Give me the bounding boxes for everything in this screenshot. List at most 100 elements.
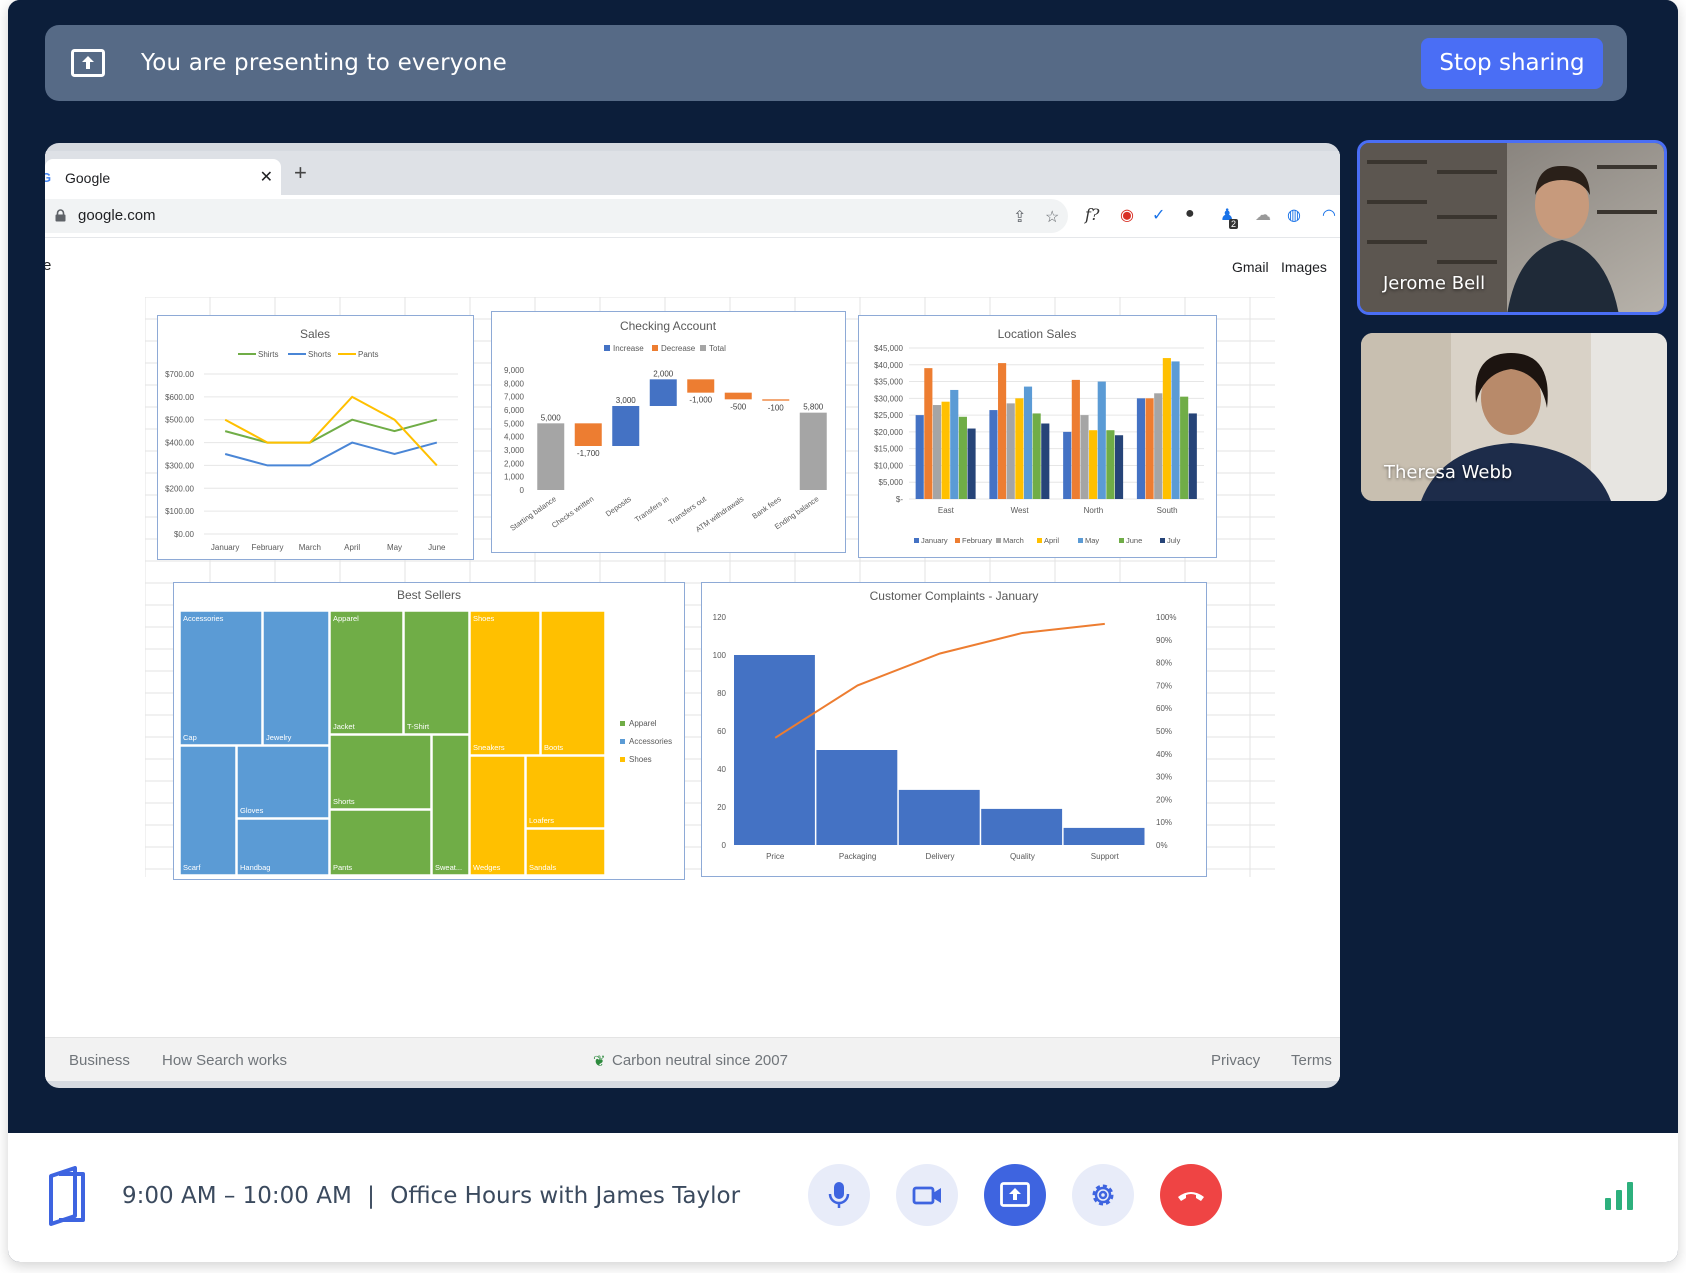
data-label: -500 [730,402,747,411]
y-tick-label: $40,000 [874,361,903,370]
gear-icon [1092,1184,1114,1206]
x-tick-label: Packaging [839,852,876,861]
best-sellers-chart: Best Sellers Accessories Cap Jewelry Scarf G… [173,582,685,880]
color-picker-extension-icon[interactable]: ◉ [1120,205,1134,225]
meeting-separator: | [367,1183,375,1209]
new-tab-icon[interactable]: + [294,160,307,186]
url-text: google.com [78,207,156,224]
x-tick-label: March [299,543,321,552]
y2-tick-label: 40% [1156,750,1172,759]
browser-window: G Google ✕ + google.com ⇪ ☆ f? ◉ ✓ ● ♟ 2… [45,151,1340,1081]
share-icon[interactable]: ⇪ [1013,207,1026,227]
address-bar[interactable]: google.com ⇪ ☆ [45,199,1068,233]
footer-business-link[interactable]: Business [69,1052,130,1069]
cloud-extension-icon[interactable]: ☁ [1255,205,1271,225]
formula-extension-icon[interactable]: f? [1085,205,1100,224]
participant-tile-jerome[interactable]: Jerome Bell [1357,140,1667,315]
footer-how-search-link[interactable]: How Search works [162,1052,287,1069]
app-logo-icon [49,1166,85,1226]
y2-tick-label: 100% [1156,613,1176,622]
y-tick-label: $0.00 [174,530,195,539]
y2-tick-label: 50% [1156,727,1172,736]
bar-july [1114,435,1124,499]
bar-april [941,401,950,499]
x-tick-label: Price [766,852,785,861]
legend-swatch [1037,538,1042,543]
footer-terms-link[interactable]: Terms [1291,1052,1332,1069]
legend-label: April [1044,536,1059,545]
dark-extension-icon[interactable]: ● [1185,205,1195,223]
account-extension-icon[interactable]: ◍ [1287,205,1301,225]
treemap-item-label: Handbag [240,863,270,872]
treemap-item-label: Boots [544,743,563,752]
settings-button[interactable] [1072,1164,1134,1226]
checklist-extension-icon[interactable]: ✓ [1152,205,1165,225]
waterfall-bar [537,423,565,490]
footer-carbon-link[interactable]: Carbon neutral since 2007 [612,1052,788,1069]
y-tick-label: $45,000 [874,344,903,353]
camera-icon [912,1186,941,1205]
share-screen-button[interactable] [984,1164,1046,1226]
legend-swatch [1160,538,1165,543]
camera-button[interactable] [896,1164,958,1226]
microphone-icon [828,1182,850,1208]
treemap-item-label: Shorts [333,797,355,806]
present-screen-icon [1000,1182,1030,1207]
close-icon[interactable]: ✕ [260,167,273,187]
y-tick-label: 120 [713,613,727,622]
y-tick-label: $30,000 [874,394,903,403]
y-tick-label: $20,000 [874,428,903,437]
treemap-item-label: Sandals [529,863,556,872]
data-label: 5,800 [803,403,824,412]
legend-swatch [620,721,625,726]
data-label: 3,000 [616,396,637,405]
bar-march [1154,393,1163,499]
bar-january [989,410,998,499]
bar-july [967,428,976,499]
legend-label: Total [709,344,726,353]
y-tick-label: $100.00 [165,507,194,516]
bar-july [1041,423,1050,499]
bar-january [1063,431,1072,499]
legend-swatch [700,345,706,351]
tab-google[interactable]: G Google ✕ [45,159,281,195]
bar-february [924,368,933,499]
gmail-link[interactable]: Gmail [1232,259,1269,275]
presenting-text: You are presenting to everyone [141,50,507,76]
waterfall-bar [649,379,677,406]
chart-title: Customer Complaints - January [870,589,1039,603]
x-tick-label: West [1011,506,1030,515]
bar-january [915,415,924,499]
bar-july [1188,413,1197,499]
treemap-tile [179,745,237,876]
participant-tile-theresa[interactable]: Theresa Webb [1361,333,1667,501]
x-tick-label: January [211,543,239,552]
x-tick-label: Transfers in [633,494,670,524]
bar-april [1089,430,1098,499]
page-link-truncated[interactable]: e [45,257,51,274]
treemap-tile [469,755,526,876]
meeting-window: You are presenting to everyone Stop shar… [8,0,1678,1262]
google-favicon-icon: G [45,170,52,185]
legend-label: January [921,536,948,545]
footer-privacy-link[interactable]: Privacy [1211,1052,1260,1069]
stop-sharing-button[interactable]: Stop sharing [1421,38,1603,89]
microphone-button[interactable] [808,1164,870,1226]
data-label: 2,000 [653,369,674,378]
y2-tick-label: 80% [1156,659,1172,668]
x-tick-label: South [1157,506,1178,515]
chart-title: Checking Account [620,319,717,333]
images-link[interactable]: Images [1281,259,1327,275]
waterfall-bar [574,423,602,446]
bar-june [1106,430,1115,499]
bar-june [1180,396,1189,499]
end-call-button[interactable] [1160,1164,1222,1226]
treemap-tile [469,610,541,756]
overflow-extension-icon[interactable]: ◠ [1322,205,1336,225]
bar-june [1032,413,1041,499]
treemap-tile [179,610,263,746]
y-tick-label: $15,000 [874,445,903,454]
waterfall-bar [612,406,640,446]
bookmark-star-icon[interactable]: ☆ [1045,207,1059,227]
meeting-title: Office Hours with James Taylor [390,1183,741,1209]
